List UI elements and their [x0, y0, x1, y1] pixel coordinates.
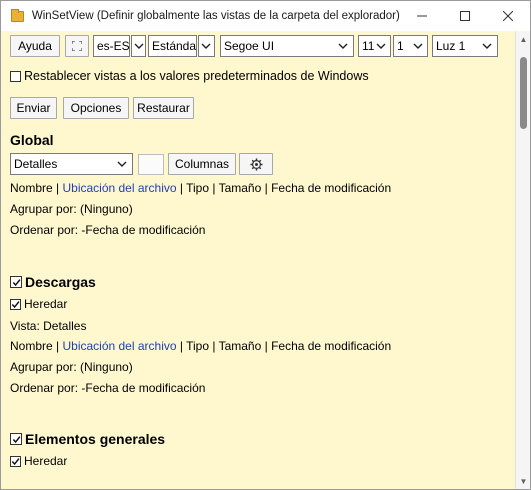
- title-bar: WinSetView (Definir globalmente las vist…: [1, 1, 530, 31]
- general-items-inherit-checkbox[interactable]: [10, 455, 21, 467]
- chevron-down-icon: [375, 39, 387, 53]
- general-items-checkbox[interactable]: [10, 433, 22, 445]
- checkmark-icon: [11, 457, 20, 465]
- language-value: es-ES: [97, 39, 130, 53]
- downloads-col-location-link[interactable]: Ubicación del archivo: [62, 339, 176, 353]
- theme-select[interactable]: Luz 1: [432, 35, 498, 57]
- scroll-thumb[interactable]: [520, 57, 527, 129]
- downloads-inherit-checkbox[interactable]: [10, 298, 21, 310]
- downloads-inherit-row: Heredar: [10, 297, 516, 311]
- global-view-extra-input[interactable]: [138, 153, 164, 175]
- global-heading: Global: [10, 132, 54, 148]
- settings-button[interactable]: [239, 153, 273, 175]
- scroll-down-arrow-icon[interactable]: ▼: [516, 475, 530, 489]
- global-sort-by: Ordenar por: -Fecha de modificación: [10, 223, 206, 237]
- checkmark-icon: [11, 300, 20, 308]
- minimize-button[interactable]: [400, 1, 443, 31]
- maximize-button[interactable]: [443, 1, 486, 31]
- global-col-location-link[interactable]: Ubicación del archivo: [62, 181, 176, 195]
- close-button[interactable]: [487, 1, 530, 31]
- fullscreen-button[interactable]: [65, 35, 89, 57]
- global-view-value: Detalles: [14, 157, 58, 171]
- downloads-col-name: Nombre: [10, 339, 53, 353]
- main-content: Ayuda es-ES Estándar Segoe UI 11 1 Luz 1…: [1, 31, 516, 489]
- font-value: Segoe UI: [224, 39, 275, 53]
- top-toolbar: Ayuda es-ES Estándar Segoe UI 11 1 Luz 1: [10, 35, 516, 57]
- font-size-value: 11: [362, 39, 375, 53]
- downloads-sort-by: Ordenar por: -Fecha de modificación: [10, 381, 206, 395]
- help-button[interactable]: Ayuda: [10, 35, 60, 57]
- language-dropdown-button[interactable]: [131, 35, 146, 57]
- chevron-down-icon: [132, 39, 145, 53]
- action-buttons: Enviar Opciones Restaurar: [10, 97, 516, 119]
- close-icon: [503, 11, 514, 21]
- maximize-icon: [459, 11, 470, 21]
- columns-button[interactable]: Columnas: [168, 153, 236, 175]
- gear-icon: [249, 157, 263, 171]
- theme-value: Luz 1: [436, 39, 466, 53]
- restore-button[interactable]: Restaurar: [133, 97, 194, 119]
- restore-defaults-checkbox[interactable]: [10, 70, 21, 82]
- downloads-heading: Descargas: [25, 274, 96, 290]
- font-size-select[interactable]: 11: [358, 35, 391, 57]
- downloads-columns-list: Nombre | Ubicación del archivo | Tipo | …: [10, 339, 392, 353]
- minimize-icon: [416, 15, 427, 17]
- downloads-inherit-label: Heredar: [24, 297, 68, 311]
- downloads-group-by: Agrupar por: (Ninguno): [10, 360, 133, 374]
- chevron-down-icon: [115, 157, 129, 171]
- checkmark-icon: [12, 435, 20, 443]
- downloads-heading-row: Descargas: [10, 274, 516, 290]
- global-view-row: Detalles Columnas: [10, 153, 516, 175]
- chevron-down-icon: [199, 39, 213, 53]
- global-columns-list: Nombre | Ubicación del archivo | Tipo | …: [10, 181, 392, 195]
- fullscreen-icon: [72, 41, 82, 51]
- general-items-inherit-label: Heredar: [24, 454, 68, 468]
- chevron-down-icon: [412, 39, 424, 53]
- global-col-rest: Tipo | Tamaño | Fecha de modificación: [186, 181, 392, 195]
- downloads-view: Vista: Detalles: [10, 319, 87, 333]
- window-title: WinSetView (Definir globalmente las vist…: [31, 10, 400, 22]
- general-items-heading: Elementos generales: [25, 431, 166, 447]
- general-items-inherit-row: Heredar: [10, 454, 516, 468]
- options-button[interactable]: Opciones: [63, 97, 129, 119]
- scroll-up-arrow-icon[interactable]: ▲: [516, 33, 530, 47]
- submit-button[interactable]: Enviar: [10, 97, 57, 119]
- style-value: Estándar: [152, 39, 197, 53]
- global-view-select[interactable]: Detalles: [10, 153, 133, 175]
- global-group-by: Agrupar por: (Ninguno): [10, 202, 133, 216]
- restore-defaults-label: Restablecer vistas a los valores predete…: [24, 69, 369, 83]
- general-items-heading-row: Elementos generales: [10, 431, 516, 447]
- spacing-value: 1: [397, 39, 404, 53]
- font-select[interactable]: Segoe UI: [220, 35, 354, 57]
- checkmark-icon: [12, 278, 20, 286]
- restore-defaults-row: Restablecer vistas a los valores predete…: [10, 69, 516, 83]
- chevron-down-icon: [480, 39, 494, 53]
- folder-icon: [11, 8, 24, 22]
- chevron-down-icon: [336, 39, 350, 53]
- global-col-name: Nombre: [10, 181, 53, 195]
- downloads-checkbox[interactable]: [10, 276, 22, 288]
- vertical-scrollbar[interactable]: ▲ ▼: [515, 31, 530, 489]
- app-window: WinSetView (Definir globalmente las vist…: [0, 0, 531, 490]
- style-select[interactable]: Estándar: [148, 35, 197, 57]
- downloads-col-rest: Tipo | Tamaño | Fecha de modificación: [186, 339, 392, 353]
- language-select[interactable]: es-ES: [93, 35, 130, 57]
- spacing-select[interactable]: 1: [393, 35, 428, 57]
- style-dropdown-button[interactable]: [198, 35, 215, 57]
